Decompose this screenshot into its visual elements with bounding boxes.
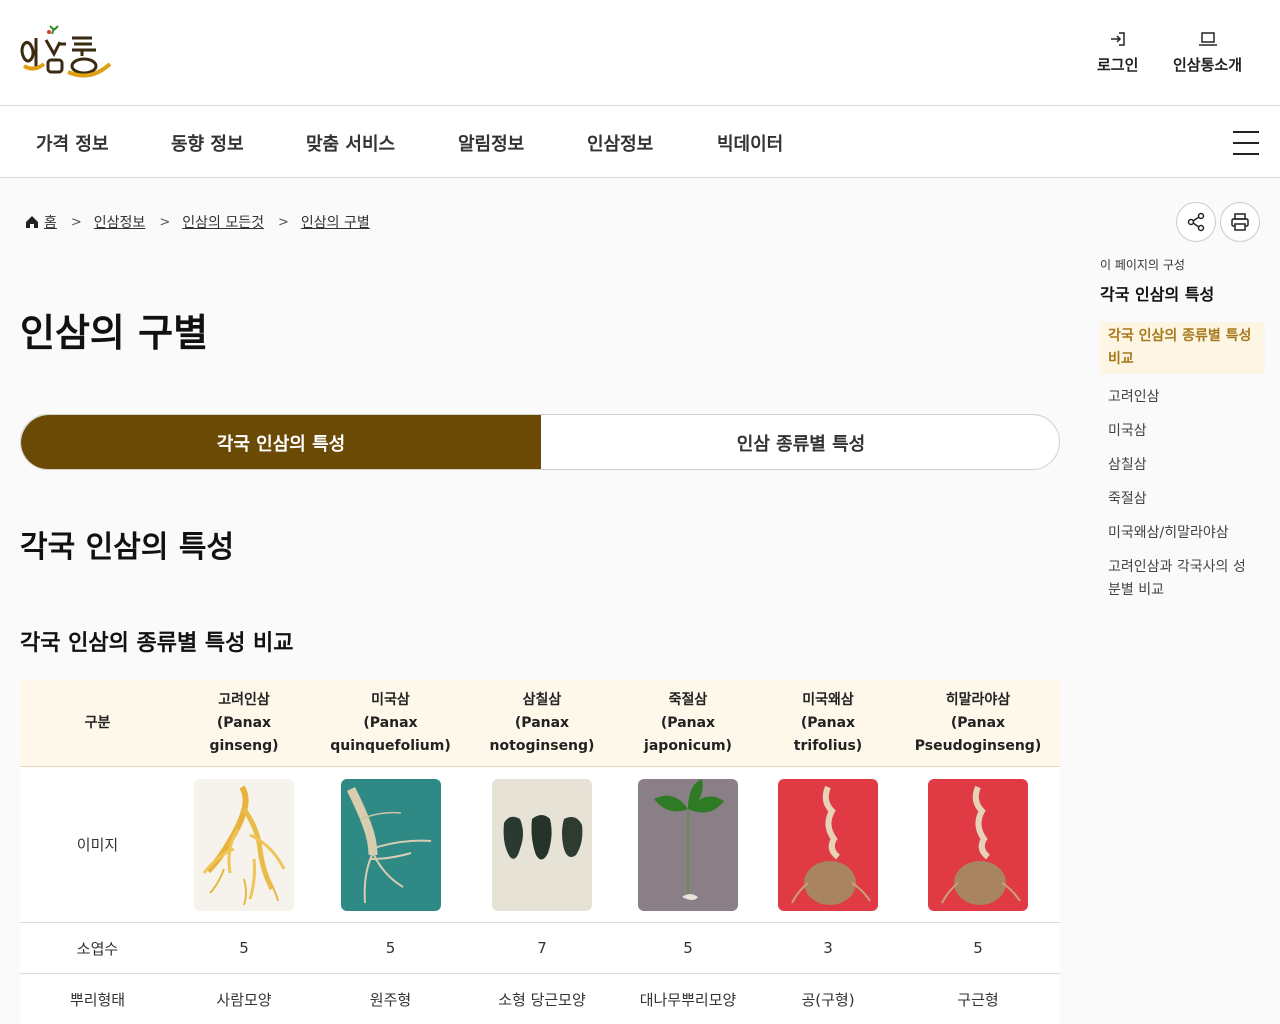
logo-graphic: [20, 25, 112, 78]
nav-item-bigdata[interactable]: 빅데이터: [717, 130, 783, 156]
american-ginseng-image: [340, 778, 441, 911]
table-cell: 5: [239, 939, 249, 957]
table-header-korean: 고려인삼 (Panax ginseng): [209, 692, 279, 754]
print-icon: [1231, 213, 1249, 231]
toc-list: 각국 인삼의 종류별 특성 비교 고려인삼 미국삼 삼칠삼 죽절삼 미국왜삼/히…: [1100, 322, 1265, 602]
site-header: 로그인 인삼통소개: [0, 0, 1280, 106]
about-label: 인삼통소개: [1173, 56, 1243, 74]
menu-icon[interactable]: [1233, 131, 1259, 155]
main-nav: 가격 정보 동향 정보 맞춤 서비스 알림정보 인삼정보 빅데이터: [0, 107, 1280, 178]
row-label: 소엽수: [76, 939, 119, 958]
nav-item-trend[interactable]: 동향 정보: [171, 130, 244, 156]
table-header-row: 구분 고려인삼 (Panax ginseng) 미국삼 (Panax quinq…: [20, 680, 1060, 767]
table-cell: 대나무뿌리모양: [639, 991, 737, 1009]
login-icon: [1110, 32, 1125, 46]
tab-country-characteristics[interactable]: 각국 인삼의 특성: [21, 415, 541, 469]
image-cell: [313, 767, 468, 922]
page-title: 인삼의 구별: [20, 311, 209, 355]
breadcrumb-all-about[interactable]: 인삼의 모든것: [182, 212, 264, 232]
table-cell: 공(구형): [801, 991, 855, 1009]
login-button[interactable]: 로그인: [1097, 30, 1138, 75]
toc-item-american[interactable]: 미국삼: [1100, 420, 1265, 443]
toc-item-comparison[interactable]: 각국 인삼의 종류별 특성 비교: [1100, 322, 1265, 374]
site-logo[interactable]: [18, 22, 114, 82]
page-toc: 이 페이지의 구성 각국 인삼의 특성 각국 인삼의 종류별 특성 비교 고려인…: [1100, 256, 1270, 598]
toc-heading: 각국 인삼의 특성: [1100, 285, 1215, 304]
section-title: 각국 인삼의 특성: [20, 530, 235, 565]
print-button[interactable]: [1220, 202, 1260, 242]
toc-item-korean[interactable]: 고려인삼: [1100, 386, 1265, 409]
toc-caption: 이 페이지의 구성: [1100, 258, 1185, 272]
image-cell: [175, 767, 313, 922]
table-cell: 3: [823, 939, 833, 957]
table-header-category: 구분: [84, 715, 111, 731]
toc-item-notoginseng[interactable]: 삼칠삼: [1100, 454, 1265, 477]
sub-title: 각국 인삼의 종류별 특성 비교: [20, 631, 294, 656]
table-row: 뿌리형태 사람모양 원주형 소형 당근모양 대나무뿌리모양 공(구형) 구근형: [20, 975, 1060, 1024]
table-cell: 5: [683, 939, 693, 957]
table-row: 소엽수 5 5 7 5 3 5: [20, 923, 1060, 974]
share-icon: [1187, 212, 1205, 232]
table-header-japonicum: 죽절삼 (Panax japonicum): [644, 692, 732, 754]
nav-item-price[interactable]: 가격 정보: [36, 130, 109, 156]
breadcrumb: 홈 > 인삼정보 > 인삼의 모든것 > 인삼의 구별: [24, 212, 370, 232]
korean-ginseng-image: [194, 778, 294, 911]
image-cell: [468, 767, 616, 922]
toc-item-trifolius-himalaya[interactable]: 미국왜삼/히말라야삼: [1100, 522, 1265, 545]
trifolius-image: [778, 778, 878, 911]
toc-item-component-comparison[interactable]: 고려인삼과 각국사의 성분별 비교: [1100, 556, 1265, 602]
table-cell: 5: [385, 939, 396, 957]
table-cell: 5: [973, 939, 983, 957]
breadcrumb-home[interactable]: 홈: [44, 212, 57, 232]
image-cell: [616, 767, 760, 922]
nav-item-notice[interactable]: 알림정보: [458, 130, 524, 156]
table-header-american: 미국삼 (Panax quinquefolium): [330, 692, 451, 754]
table-cell: 사람모양: [216, 991, 272, 1009]
tab-type-characteristics[interactable]: 인삼 종류별 특성: [541, 415, 1059, 469]
table-cell: 원주형: [369, 991, 412, 1009]
table-header-notoginseng: 삼칠삼 (Panax notoginseng): [489, 692, 595, 754]
row-label-image: 이미지: [76, 836, 119, 854]
row-label: 뿌리형태: [69, 991, 126, 1009]
share-button[interactable]: [1176, 202, 1216, 242]
table-header-trifolius: 미국왜삼 (Panax trifolius): [793, 692, 863, 754]
home-icon: [26, 216, 38, 228]
table-row-image: 이미지: [20, 767, 1060, 923]
nav-item-ginseng-info[interactable]: 인삼정보: [587, 130, 653, 156]
login-label: 로그인: [1097, 56, 1139, 74]
chevron-right-icon: >: [159, 214, 171, 230]
about-button[interactable]: 인삼통소개: [1173, 30, 1242, 75]
breadcrumb-ginseng-info[interactable]: 인삼정보: [94, 212, 146, 232]
tab-group: 각국 인삼의 특성 인삼 종류별 특성: [20, 414, 1060, 470]
himalaya-image: [928, 778, 1028, 911]
nav-item-custom-service[interactable]: 맞춤 서비스: [306, 130, 395, 156]
chevron-right-icon: >: [277, 214, 289, 230]
laptop-icon: [1198, 32, 1217, 46]
table-header-himalaya: 히말라야삼 (Panax Pseudoginseng): [914, 692, 1042, 754]
image-cell: [760, 767, 896, 922]
image-cell: [896, 767, 1060, 922]
breadcrumb-current[interactable]: 인삼의 구별: [301, 212, 370, 232]
table-cell: 소형 당근모양: [498, 991, 586, 1009]
japonicum-image: [638, 778, 738, 911]
toc-item-japonicum[interactable]: 죽절삼: [1100, 488, 1265, 511]
table-cell: 7: [537, 939, 547, 957]
notoginseng-image: [492, 778, 592, 911]
table-cell: 구근형: [957, 991, 999, 1009]
chevron-right-icon: >: [70, 214, 82, 230]
